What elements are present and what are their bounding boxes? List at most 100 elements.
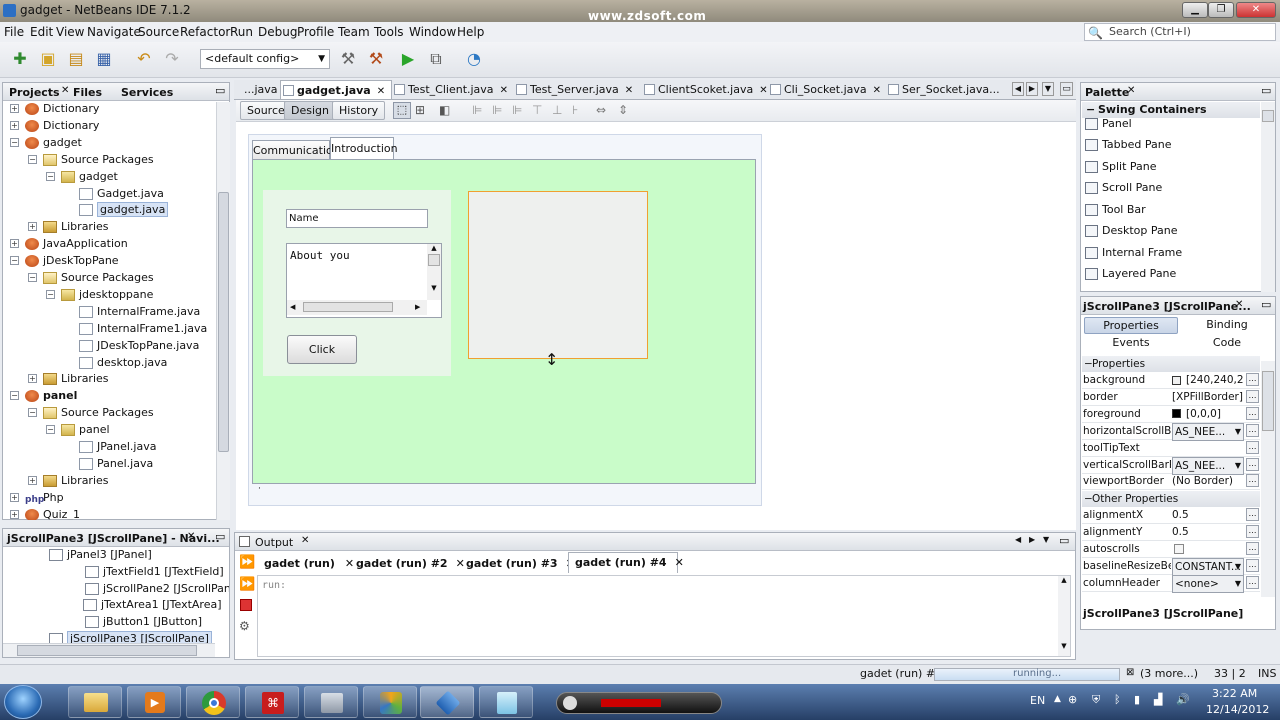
menu-view[interactable]: View [56,25,84,39]
navigator-item[interactable]: jScrollPane3 [JScrollPane] [49,630,212,644]
editor-tab-cli-socket[interactable]: Cli_Socket.java ✕ [768,80,882,99]
ellipsis-button[interactable]: … [1246,406,1259,420]
expand-icon[interactable]: + [10,239,19,249]
align-center-icon[interactable]: ⊫ [512,103,522,117]
horizontal-scrollbar[interactable] [3,643,215,657]
prop-tab-code[interactable]: Code [1181,335,1273,352]
property-row[interactable]: foreground [0,0,0]… [1082,406,1260,423]
close-icon[interactable]: ✕ [873,85,881,96]
vertical-scrollbar[interactable] [216,102,230,520]
property-row[interactable]: viewportBorder (No Border)… [1082,473,1260,491]
property-row[interactable]: horizontalScrollBarIAS_NEE...▼… [1082,422,1260,441]
tree-item[interactable]: gadget.java [79,201,169,218]
align-right-icon[interactable]: ⊫ [492,103,502,117]
run-icon[interactable]: ▶ [396,48,420,70]
palette-item-scroll-pane[interactable]: Scroll Pane [1085,179,1162,197]
collapse-icon[interactable]: − [28,273,37,282]
acrobat-task[interactable]: ⌘ [245,686,299,718]
cancel-task-icon[interactable]: ⊠ [1126,667,1134,678]
tab-introduction[interactable]: Introduction [330,137,398,160]
collapse-icon[interactable]: − [46,171,55,181]
property-row[interactable]: toolTipText… [1082,440,1260,457]
computer-task[interactable] [304,686,358,718]
start-button[interactable] [4,685,42,719]
selection-mode-icon[interactable]: ⬚ [393,102,411,119]
notepad-task[interactable] [479,686,533,718]
tree-item[interactable]: Quiz_1 [25,506,80,520]
menu-team[interactable]: Team [338,25,370,39]
tree-item[interactable]: Panel.java [79,455,153,472]
form-resize-dot[interactable]: · [258,484,261,494]
settings-icon[interactable]: ⚙ [239,619,250,633]
tree-item[interactable]: desktop.java [79,354,167,371]
collapse-icon[interactable]: − [46,425,55,435]
minimize-panel-icon[interactable]: ▭ [1261,84,1271,97]
property-combo[interactable]: <none> ▼ [1172,574,1244,593]
editor-tab[interactable]: ...java [236,80,278,99]
tabs-right-arrow-icon[interactable]: ▶ [1026,82,1038,96]
prop-tab-events[interactable]: Events [1084,335,1178,352]
collapse-icon[interactable]: − [28,408,37,418]
debug-icon[interactable]: ⧉ [424,48,448,70]
property-value[interactable]: 0.5 [1172,524,1244,540]
horizontal-scrollbar[interactable]: ◀ ▶ [287,300,427,315]
navigator-item[interactable]: jPanel3 [JPanel] [49,548,152,563]
stop-icon[interactable] [240,599,252,611]
name-text-field[interactable]: Name [286,209,428,228]
checkbox[interactable] [1174,543,1184,554]
expand-icon[interactable]: + [28,374,37,384]
tree-item[interactable]: JPanel.java [79,438,156,455]
palette-item-panel[interactable]: Panel [1085,115,1132,133]
close-icon[interactable]: ✕ [61,85,69,96]
config-select[interactable]: <default config> ▼ [200,49,330,69]
ellipsis-button[interactable]: … [1246,541,1259,555]
ellipsis-button[interactable]: … [1246,524,1259,538]
tree-item[interactable]: phpPhp [25,489,64,506]
editor-tab-test-client[interactable]: Test_Client.java ✕ [392,80,512,99]
editor-tab-ser-socket[interactable]: Ser_Socket.java... [886,80,1006,99]
resize-vertical-icon[interactable]: ⇕ [618,103,628,117]
network-icon[interactable]: ⊕ [1068,693,1077,706]
signal-icon[interactable]: ▟ [1154,693,1162,706]
navigator-item[interactable]: jScrollPane2 [JScrollPane] [85,580,229,597]
new-file-icon[interactable]: ✚ [8,48,32,70]
expand-icon[interactable]: + [28,475,37,485]
chrome-task[interactable] [186,686,240,718]
minimize-panel-icon[interactable]: ▭ [215,84,225,97]
preview-design-icon[interactable]: ◧ [439,103,450,117]
prop-tab-binding[interactable]: Binding [1181,317,1273,334]
navigator-item[interactable]: jTextArea1 [JTextArea] [83,596,222,613]
clock-time[interactable]: 3:22 AM [1212,687,1257,700]
output-scrollbar[interactable]: ▲ ▼ [1058,576,1070,656]
align-top-icon[interactable]: ⊤ [532,103,542,117]
menu-navigate[interactable]: Navigate [87,25,141,39]
editor-tab-client-scoket[interactable]: ClientScoket.java ✕ [642,80,768,99]
collapse-icon[interactable]: − [46,289,55,299]
palette-scrollbar[interactable] [1261,102,1275,292]
collapse-icon[interactable]: − [10,137,19,147]
scroll-left-icon[interactable]: ◀ [1015,535,1021,544]
tab-communication[interactable]: Communication [252,140,340,160]
property-row[interactable]: background [240,240,24… [1082,372,1260,389]
tree-item[interactable]: Dictionary [25,102,99,117]
property-row[interactable]: autoscrolls… [1082,541,1260,558]
minimize-panel-icon[interactable]: ▭ [1261,298,1271,311]
property-row[interactable]: verticalScrollBarPolAS_NEE...▼… [1082,456,1260,475]
recorder-widget[interactable] [556,692,722,714]
scroll-thumb[interactable] [17,645,197,656]
expand-icon[interactable]: + [10,492,19,502]
explorer-task[interactable] [68,686,122,718]
jscrollpane3-selected[interactable] [468,191,648,359]
close-icon[interactable]: ✕ [675,556,684,569]
dropdown-icon[interactable]: ▼ [1043,535,1049,544]
tray-arrow-icon[interactable]: ▲ [1054,694,1061,704]
resize-horizontal-icon[interactable]: ⇔ [596,103,606,117]
align-middle-icon[interactable]: ⊦ [572,103,578,117]
scroll-left-icon[interactable]: ◀ [290,300,295,315]
ellipsis-button[interactable]: … [1246,373,1259,386]
status-task[interactable]: gadet (run) #4 [860,665,942,682]
tree-item[interactable]: Dictionary [25,117,99,134]
expand-icon[interactable]: + [10,120,19,130]
property-row[interactable]: columnHeader <none> ▼… [1082,574,1260,593]
scroll-right-icon[interactable]: ▶ [415,300,420,315]
